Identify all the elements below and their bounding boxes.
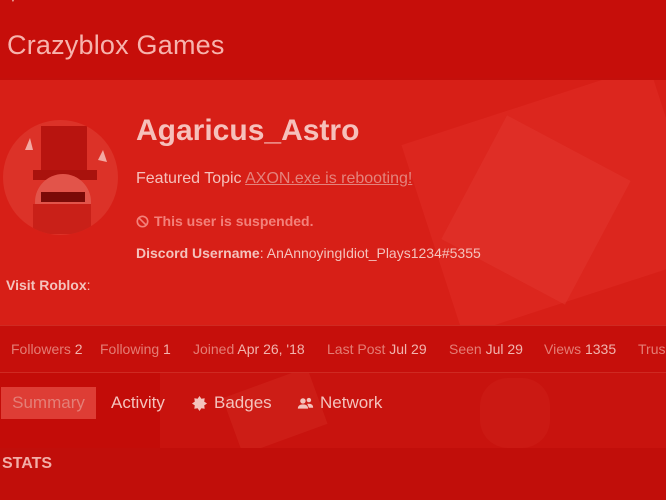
stat-views: Views 1335 [544, 341, 617, 357]
avatar[interactable] [3, 120, 118, 235]
suspended-notice: This user is suspended. [136, 213, 314, 229]
content-area [0, 448, 666, 500]
visit-roblox: Visit Roblox: [6, 277, 91, 293]
tab-badges[interactable]: Badges [191, 387, 272, 419]
featured-topic-label: Featured Topic [136, 170, 242, 187]
stat-seen: Seen Jul 29 [449, 341, 523, 357]
tab-summary[interactable]: Summary [1, 387, 96, 419]
tab-network[interactable]: Network [297, 387, 382, 419]
featured-topic-link[interactable]: AXON.exe is rebooting! [245, 170, 412, 187]
stat-trust: Trus [638, 341, 666, 357]
stat-last-post: Last Post Jul 29 [327, 341, 427, 357]
user-stats-row: Followers 2 Following 1 Joined Apr 26, '… [0, 326, 666, 372]
roblox-label: Visit Roblox [6, 277, 87, 293]
badge-icon [191, 395, 208, 411]
suspended-text: This user is suspended. [154, 213, 314, 229]
stat-following[interactable]: Following 1 [100, 341, 171, 357]
avatar-image [25, 126, 107, 234]
users-icon [297, 397, 314, 409]
ban-icon [136, 214, 149, 228]
profile-username: Agaricus_Astro [136, 114, 360, 147]
site-title[interactable]: Crazyblox Games [7, 30, 225, 61]
section-heading: STATS [2, 455, 53, 472]
profile-nav: Summary Activity Badges Network [0, 373, 666, 448]
tab-activity[interactable]: Activity [111, 387, 165, 419]
stat-followers[interactable]: Followers 2 [11, 341, 83, 357]
featured-topic: Featured Topic AXON.exe is rebooting! [136, 170, 412, 188]
discord-value: : AnAnnoyingIdiot_Plays1234#5355 [259, 245, 481, 261]
discord-username: Discord Username: AnAnnoyingIdiot_Plays1… [136, 245, 481, 261]
roblox-colon: : [86, 277, 91, 293]
stat-joined: Joined Apr 26, '18 [193, 341, 305, 357]
site-header: ▼ Crazyblox Games [0, 0, 666, 78]
discord-label: Discord Username [136, 245, 260, 261]
menu-icon[interactable]: ▼ [8, 0, 18, 5]
